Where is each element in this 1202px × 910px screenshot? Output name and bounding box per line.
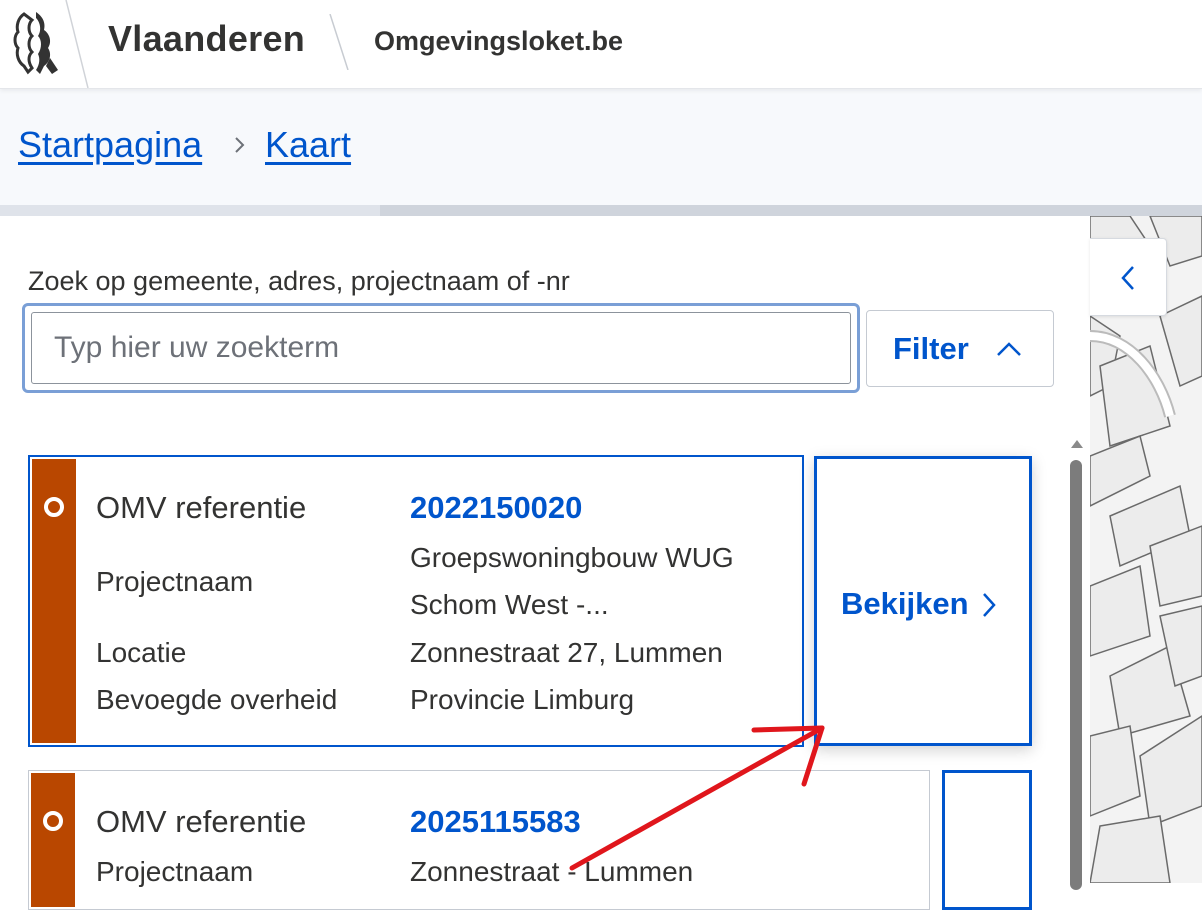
field-value-project-cont: Schom West -...: [410, 589, 609, 620]
chevron-right-icon: [235, 137, 245, 153]
view-button[interactable]: [942, 770, 1032, 910]
status-strip: [32, 459, 76, 743]
result-card[interactable]: [28, 770, 930, 910]
field-label-ref: OMV referentie: [96, 804, 307, 839]
brand-name[interactable]: Vlaanderen: [108, 18, 305, 60]
map-view[interactable]: [1090, 216, 1202, 883]
collapse-panel-button[interactable]: [1090, 238, 1167, 316]
view-button[interactable]: Bekijken: [814, 456, 1032, 746]
filter-label: Filter: [893, 331, 969, 366]
status-dot-icon: [43, 811, 63, 831]
header-divider: [329, 14, 349, 70]
chevron-right-icon: [983, 593, 996, 617]
field-value-project: Groepswoningbouw WUG: [410, 542, 734, 573]
search-input[interactable]: [31, 312, 851, 384]
field-label-project: Projectnaam: [96, 856, 254, 887]
status-strip: [31, 773, 75, 907]
breadcrumb-link-startpagina[interactable]: Startpagina: [18, 124, 202, 166]
site-name[interactable]: Omgevingsloket.be: [374, 26, 623, 57]
breadcrumb-divider: [380, 205, 1202, 216]
chevron-left-icon: [1121, 266, 1134, 290]
field-value-project: Zonnestraat - Lummen: [410, 856, 694, 887]
field-value-location: Zonnestraat 27, Lummen: [410, 637, 723, 668]
field-label-project: Projectnaam: [96, 566, 254, 597]
ref-link[interactable]: 2022150020: [410, 490, 582, 526]
field-value-authority: Provincie Limburg: [410, 684, 635, 715]
site-header: Vlaanderen Omgevingsloket.be: [0, 0, 1202, 89]
scrollbar-thumb[interactable]: [1070, 460, 1082, 890]
filter-button[interactable]: Filter: [866, 310, 1054, 387]
field-label-ref: OMV referentie: [96, 490, 307, 525]
search-field: [22, 303, 860, 393]
scroll-up-icon[interactable]: [1069, 438, 1085, 450]
flemish-lion-logo-icon[interactable]: [10, 8, 62, 78]
ref-link[interactable]: 2025115583: [410, 804, 581, 840]
field-label-authority: Bevoegde overheid: [96, 684, 338, 715]
header-divider: [65, 0, 89, 88]
field-label-location: Locatie: [96, 637, 187, 668]
search-label: Zoek op gemeente, adres, projectnaam of …: [28, 266, 570, 296]
chevron-up-icon: [997, 342, 1021, 356]
status-dot-icon: [44, 497, 64, 517]
view-button-label: Bekijken: [841, 586, 969, 621]
breadcrumb-link-kaart[interactable]: Kaart: [265, 124, 351, 166]
